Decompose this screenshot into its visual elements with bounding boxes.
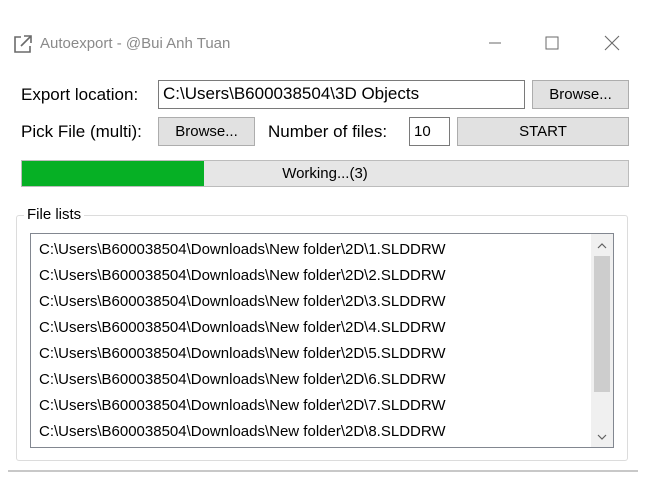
number-of-files-label: Number of files: [268,122,388,141]
pick-file-label: Pick File (multi): [21,122,142,141]
maximize-icon [545,36,559,50]
vertical-scrollbar[interactable] [591,234,613,447]
title-bar: Autoexport - @Bui Anh Tuan [0,0,655,60]
list-item[interactable]: C:\Users\B600038504\Downloads\New folder… [39,393,446,419]
list-item[interactable]: C:\Users\B600038504\Downloads\New folder… [39,263,446,289]
bottom-divider [8,470,638,472]
scroll-thumb[interactable] [594,256,610,392]
minimize-icon [488,36,502,50]
scroll-up-button[interactable] [591,235,613,255]
file-lists-legend: File lists [24,206,85,223]
chevron-down-icon [597,427,607,445]
maximize-button[interactable] [537,30,567,56]
list-item[interactable]: C:\Users\B600038504\Downloads\New folder… [39,419,446,445]
pick-browse-button[interactable]: Browse... [158,117,255,146]
number-of-files-input[interactable]: 10 [409,117,450,146]
progress-bar: Working...(3) [21,160,629,187]
list-item[interactable]: C:\Users\B600038504\Downloads\New folder… [39,341,446,367]
window-title: Autoexport - @Bui Anh Tuan [40,35,231,52]
chevron-up-icon [597,236,607,254]
list-item[interactable]: C:\Users\B600038504\Downloads\New folder… [39,367,446,393]
progress-text: Working...(3) [282,165,368,182]
list-item[interactable]: C:\Users\B600038504\Downloads\New folder… [39,237,446,263]
list-item[interactable]: C:\Users\B600038504\Downloads\New folder… [39,289,446,315]
minimize-button[interactable] [480,30,510,56]
close-icon [604,35,620,51]
list-item[interactable]: C:\Users\B600038504\Downloads\New folder… [39,315,446,341]
close-button[interactable] [597,30,627,56]
export-location-input[interactable]: C:\Users\B600038504\3D Objects [158,80,525,109]
export-location-label: Export location: [21,85,139,104]
external-link-icon [12,33,34,55]
file-list-items: C:\Users\B600038504\Downloads\New folder… [39,237,446,445]
file-listbox[interactable]: C:\Users\B600038504\Downloads\New folder… [30,233,614,448]
scroll-down-button[interactable] [591,426,613,446]
export-browse-button[interactable]: Browse... [532,80,629,109]
start-button[interactable]: START [457,117,629,146]
